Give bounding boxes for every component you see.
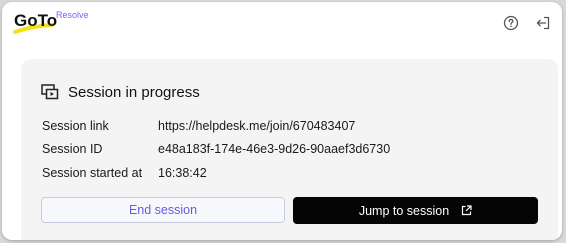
logo-text: GoTo: [14, 11, 57, 30]
session-id-label: Session ID: [42, 142, 103, 156]
sign-out-icon: [536, 16, 550, 30]
help-button[interactable]: [500, 12, 522, 34]
card-title: Session in progress: [68, 83, 200, 101]
logout-button[interactable]: [532, 12, 554, 34]
jump-to-session-label: Jump to session: [358, 203, 450, 218]
logo-sub: Resolve: [56, 10, 89, 20]
session-card: Session in progress Session link https:/…: [21, 59, 558, 240]
external-link-icon: [461, 205, 472, 216]
session-link-value: https://helpdesk.me/join/670483407: [158, 119, 356, 133]
app-window: GoTo Resolve Session in progress Session…: [2, 2, 562, 240]
session-id-value: e48a183f-174e-46e3-9d26-90aaef3d6730: [158, 142, 391, 156]
header: GoTo Resolve: [2, 2, 562, 46]
goto-resolve-logo: GoTo Resolve: [12, 7, 122, 41]
card-header: Session in progress: [41, 81, 200, 103]
session-link-label: Session link: [42, 119, 109, 133]
screen-share-icon: [41, 84, 59, 100]
session-started-value: 16:38:42: [158, 166, 207, 180]
session-started-label: Session started at: [42, 166, 143, 180]
end-session-label: End session: [128, 203, 198, 217]
end-session-button[interactable]: End session: [41, 197, 285, 223]
jump-to-session-button[interactable]: Jump to session: [293, 197, 538, 224]
question-circle-icon: [503, 15, 519, 31]
